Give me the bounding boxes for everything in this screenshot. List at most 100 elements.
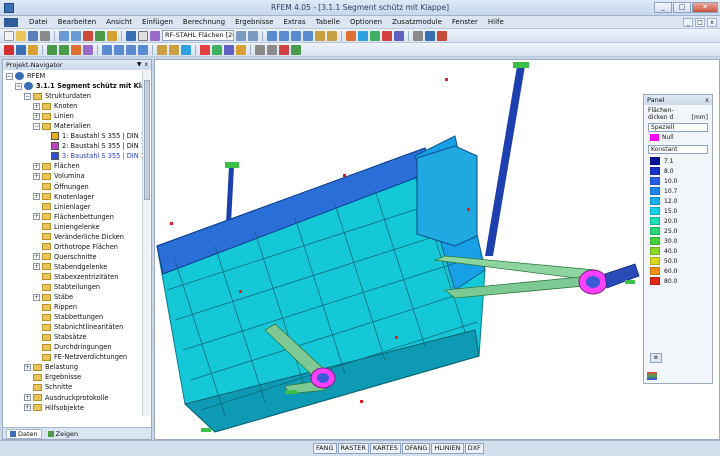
load-icon[interactable]: [71, 44, 81, 55]
move-icon[interactable]: [102, 44, 112, 55]
help-icon[interactable]: [437, 30, 447, 41]
panel-toggle-icon[interactable]: [267, 44, 277, 55]
close-button[interactable]: ✕: [692, 2, 718, 13]
measure-icon[interactable]: [413, 30, 423, 41]
panel-close-button[interactable]: x: [705, 95, 712, 105]
status-fang[interactable]: FANG: [313, 443, 337, 454]
delete-icon[interactable]: [83, 30, 93, 41]
solid-body-icon[interactable]: [83, 44, 93, 55]
redo-icon[interactable]: [71, 30, 81, 41]
expand-icon[interactable]: +: [24, 363, 31, 371]
collapse-icon[interactable]: −: [6, 72, 13, 80]
mdi-close-button[interactable]: x: [707, 17, 717, 27]
colorscale-tab-icon[interactable]: [647, 372, 657, 380]
tree-item[interactable]: Linienlager: [3, 202, 143, 212]
prev-icon[interactable]: [236, 30, 246, 41]
rotate-icon[interactable]: [114, 44, 124, 55]
tree-item[interactable]: + Flächen: [3, 161, 143, 171]
node-icon[interactable]: [4, 44, 14, 55]
workplane-icon[interactable]: [181, 44, 191, 55]
expand-icon[interactable]: +: [33, 293, 40, 301]
render-icon[interactable]: [346, 30, 356, 41]
expand-icon[interactable]: +: [33, 172, 40, 180]
tree-item[interactable]: Stabteilungen: [3, 282, 143, 292]
view-x-icon[interactable]: [279, 30, 289, 41]
module-select[interactable]: RF-STAHL Flächen [2003]: [162, 30, 234, 41]
status-dxf[interactable]: DXF: [464, 443, 484, 454]
scrollbar-thumb[interactable]: [144, 80, 150, 200]
navigator-pin-button[interactable]: ▼: [137, 60, 142, 70]
collapse-icon[interactable]: −: [24, 92, 31, 100]
tree-item[interactable]: 2: Baustahl S 355 | DIN 18: [3, 141, 143, 151]
view-z-icon[interactable]: [303, 30, 313, 41]
line-icon[interactable]: [16, 44, 26, 55]
tree-item[interactable]: Öffnungen: [3, 182, 143, 192]
member-icon[interactable]: [47, 44, 57, 55]
surface-icon[interactable]: [59, 44, 69, 55]
window-icon[interactable]: [138, 30, 148, 41]
scale-icon[interactable]: [138, 44, 148, 55]
tree-item[interactable]: Stabexzentrizitäten: [3, 272, 143, 282]
expand-icon[interactable]: +: [33, 102, 40, 110]
tree-item[interactable]: Orthotrope Flächen: [3, 242, 143, 252]
view-y-icon[interactable]: [291, 30, 301, 41]
collapse-icon[interactable]: −: [15, 82, 22, 90]
save-icon[interactable]: [28, 30, 38, 41]
menu-ergebnisse[interactable]: Ergebnisse: [230, 18, 278, 26]
panel-settings-button[interactable]: ⚙: [650, 353, 662, 363]
tree-item[interactable]: + Flächenbettungen: [3, 212, 143, 222]
expand-icon[interactable]: +: [24, 394, 31, 402]
stress-icon[interactable]: [224, 44, 234, 55]
mirror-icon[interactable]: [126, 44, 136, 55]
zoom-all-icon[interactable]: [327, 30, 337, 41]
maximize-button[interactable]: □: [673, 2, 691, 13]
open-folder-icon[interactable]: [16, 30, 26, 41]
menu-bearbeiten[interactable]: Bearbeiten: [53, 18, 101, 26]
menu-zusatzmodule[interactable]: Zusatzmodule: [387, 18, 447, 26]
tree-item[interactable]: Durchdringungen: [3, 342, 143, 352]
expand-icon[interactable]: +: [33, 193, 40, 201]
tree-item[interactable]: + Belastung: [3, 362, 143, 372]
tree-item[interactable]: + Ausdruckprotokolle: [3, 393, 143, 403]
menu-tabelle[interactable]: Tabelle: [311, 18, 345, 26]
tree-item[interactable]: 3: Baustahl S 355 | DIN 18: [3, 151, 143, 161]
collapse-icon[interactable]: −: [33, 122, 40, 130]
menu-fenster[interactable]: Fenster: [447, 18, 483, 26]
undo-icon[interactable]: [59, 30, 69, 41]
new-file-icon[interactable]: [4, 30, 14, 41]
tree-item[interactable]: − 3.1.1 Segment schütz mit Klappe [: [3, 81, 143, 91]
section-icon[interactable]: [382, 30, 392, 41]
tab-daten[interactable]: Daten: [6, 428, 42, 439]
tree-item[interactable]: Stabbettungen: [3, 312, 143, 322]
calculate-icon[interactable]: [95, 30, 105, 41]
tree-item[interactable]: Stabnichtlinearitäten: [3, 322, 143, 332]
status-ofang[interactable]: OFANG: [401, 443, 431, 454]
expand-icon[interactable]: +: [33, 112, 40, 120]
navigator-close-button[interactable]: x: [144, 60, 148, 70]
tree-item[interactable]: Stabsätze: [3, 332, 143, 342]
mdi-minimize-button[interactable]: _: [683, 17, 693, 27]
check-icon[interactable]: [291, 44, 301, 55]
tree-item[interactable]: + Volumina: [3, 171, 143, 181]
print-icon[interactable]: [40, 30, 50, 41]
zoom-icon[interactable]: [315, 30, 325, 41]
support-icon[interactable]: [28, 44, 38, 55]
tree-item[interactable]: FE-Netzverdichtungen: [3, 352, 143, 362]
animation-icon[interactable]: [236, 44, 246, 55]
menu-berechnung[interactable]: Berechnung: [178, 18, 230, 26]
menu-hilfe[interactable]: Hilfe: [483, 18, 509, 26]
mdi-restore-button[interactable]: □: [695, 17, 705, 27]
status-kartes[interactable]: KARTES: [369, 443, 401, 454]
result-display-icon[interactable]: [200, 44, 210, 55]
tree-item[interactable]: − Materialien: [3, 121, 143, 131]
tree-item[interactable]: + Hilfsobjekte: [3, 403, 143, 413]
expand-icon[interactable]: +: [33, 162, 40, 170]
tree-item[interactable]: + Knotenlager: [3, 192, 143, 202]
tree-item[interactable]: 1: Baustahl S 355 | DIN 18: [3, 131, 143, 141]
grid-icon[interactable]: [157, 44, 167, 55]
table-icon[interactable]: [126, 30, 136, 41]
filter-icon[interactable]: [394, 30, 404, 41]
minimize-button[interactable]: _: [654, 2, 672, 13]
tree-item[interactable]: Ergebnisse: [3, 372, 143, 382]
tree-item[interactable]: Veränderliche Dicken: [3, 232, 143, 242]
